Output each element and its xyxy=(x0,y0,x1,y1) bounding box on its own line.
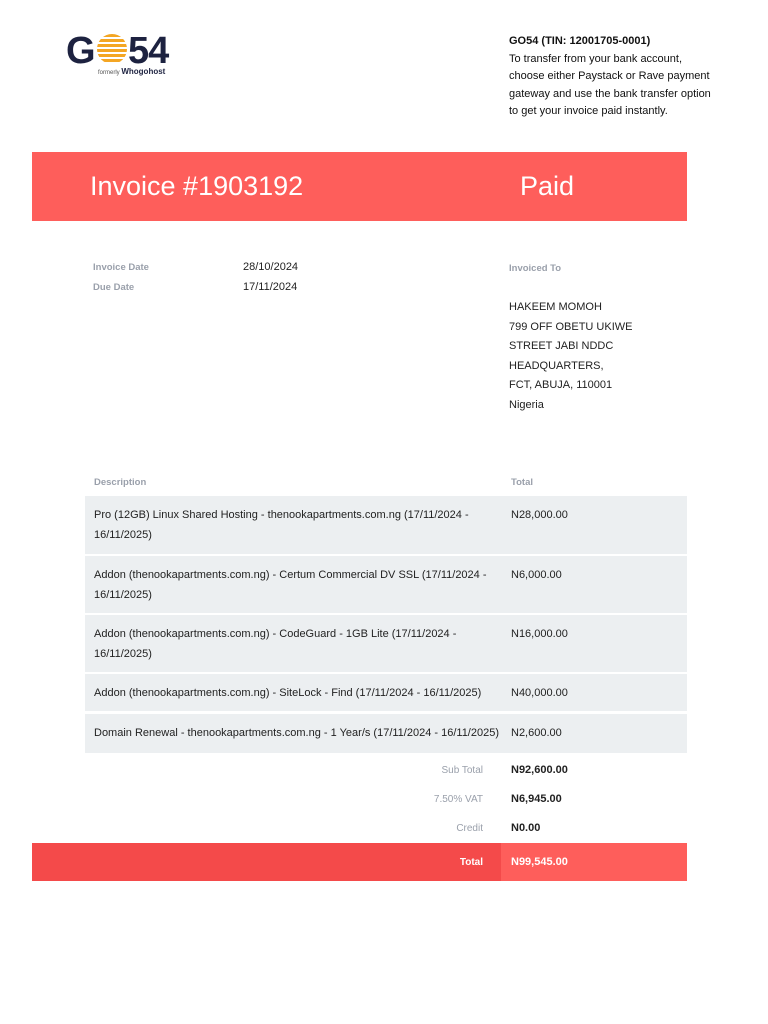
invoice-header-band: Invoice #1903192 Paid xyxy=(32,152,687,221)
total-label: Total xyxy=(459,857,483,868)
subtotal-value: N92,600.00 xyxy=(511,764,568,776)
invoice-date: 28/10/2024 xyxy=(243,261,299,273)
item-total: N40,000.00 xyxy=(511,687,568,699)
address-line: STREET JABI NDDC xyxy=(509,340,614,352)
address-line: Nigeria xyxy=(509,398,544,411)
address-line: HAKEEM MOMOH xyxy=(509,301,602,313)
item-total: N16,000.00 xyxy=(511,628,568,640)
vat-value: N6,945.00 xyxy=(511,793,562,805)
total-header: Total xyxy=(511,477,533,488)
invoice-title: Invoice #1903192 xyxy=(90,171,304,201)
address-line: 799 OFF OBETU UKIWE xyxy=(509,320,633,333)
item-description: Addon (thenookapartments.com.ng) - Certu… xyxy=(94,569,487,601)
table-row: Domain Renewal - thenookapartments.com.n… xyxy=(85,714,687,753)
address-line: FCT, ABUJA, 110001 xyxy=(509,379,613,391)
formerly-brand: Whogohost xyxy=(121,67,166,76)
table-row: Addon (thenookapartments.com.ng) - SiteL… xyxy=(85,674,687,711)
item-total: N6,000.00 xyxy=(511,569,562,581)
status-badge: Paid xyxy=(520,171,575,201)
logo-sun-icon xyxy=(97,34,127,64)
credit-value: N0.00 xyxy=(511,822,541,834)
due-date-label: Due Date xyxy=(93,282,135,293)
address-line: HEADQUARTERS, xyxy=(509,359,604,372)
description-header: Description xyxy=(94,477,147,488)
item-description: Domain Renewal - thenookapartments.com.n… xyxy=(94,727,500,739)
invoiced-to-label: Invoiced To xyxy=(509,263,562,274)
total-value: N99,545.00 xyxy=(511,856,568,868)
subtotal-label: Sub Total xyxy=(441,765,483,776)
logo-formerly: formerly Whogohost xyxy=(98,67,165,76)
logo-text-g: G xyxy=(66,30,96,72)
table-row: Addon (thenookapartments.com.ng) - Certu… xyxy=(85,556,687,613)
table-row: Addon (thenookapartments.com.ng) - CodeG… xyxy=(85,615,687,672)
go54-logo: G 54 formerly Whogohost xyxy=(66,30,176,80)
company-line: To transfer from your bank account, xyxy=(509,52,683,65)
invoiced-to-address: HAKEEM MOMOH 799 OFF OBETU UKIWE STREET … xyxy=(509,298,632,415)
company-title: GO54 (TIN: 12001705-0001) xyxy=(509,35,651,47)
item-description: Addon (thenookapartments.com.ng) - CodeG… xyxy=(94,628,457,660)
due-date: 17/11/2024 xyxy=(243,281,298,293)
item-total: N2,600.00 xyxy=(511,727,562,739)
invoice-date-label: Invoice Date xyxy=(93,262,149,273)
company-line: choose either Paystack or Rave payment xyxy=(509,70,710,82)
item-total: N28,000.00 xyxy=(511,509,568,521)
company-line: to get your invoice paid instantly. xyxy=(509,105,668,117)
item-description: Addon (thenookapartments.com.ng) - SiteL… xyxy=(94,687,482,699)
credit-label: Credit xyxy=(456,823,483,834)
formerly-text: formerly xyxy=(98,70,120,76)
company-line: gateway and use the bank transfer option xyxy=(509,87,711,100)
company-info: GO54 (TIN: 12001705-0001) To transfer fr… xyxy=(509,33,711,121)
vat-label: 7.50% VAT xyxy=(433,794,483,805)
item-description: Pro (12GB) Linux Shared Hosting - thenoo… xyxy=(94,509,469,541)
table-row: Pro (12GB) Linux Shared Hosting - thenoo… xyxy=(85,496,687,554)
